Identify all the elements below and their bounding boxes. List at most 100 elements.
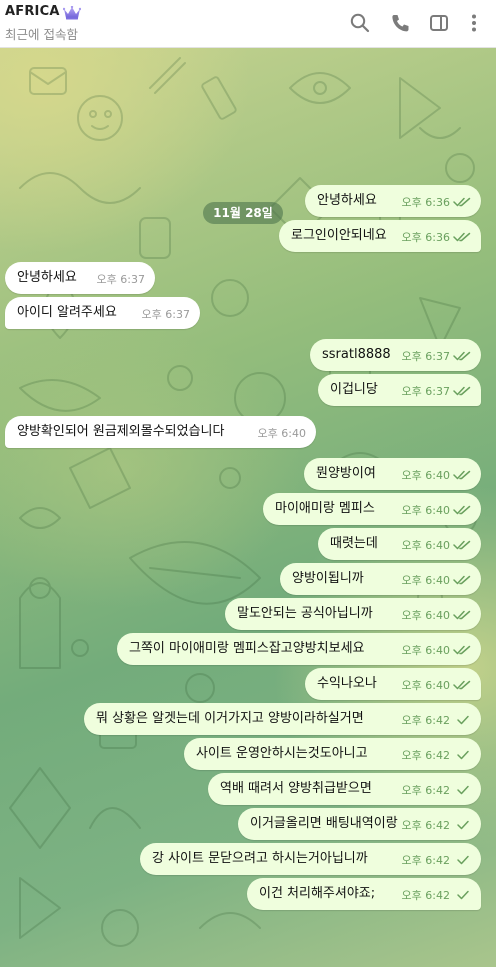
message-time: 오후 6:40 [401,609,450,622]
message-time: 오후 6:37 [401,350,450,363]
message-meta: 오후 6:40 [402,529,471,561]
message-meta: 오후 6:37 [402,340,471,372]
message-meta: 오후 6:42 [402,704,471,736]
single-check-icon [453,855,471,865]
message-text: 그쪽이 마이애미랑 멤피스잡고양방치보세요 [129,641,365,656]
message-meta: 오후 6:42 [402,739,471,771]
message-meta: 오후 6:37 [97,263,145,295]
outgoing-message[interactable]: 사이트 운영안하시는것도아니고 오후 6:42 [184,738,481,770]
double-check-icon [453,386,471,396]
outgoing-message[interactable]: 때렷는데 오후 6:40 [318,528,481,560]
outgoing-message[interactable]: 이거글올리면 배팅내역이랑 오후 6:42 [238,808,481,840]
message-text: 마이애미랑 멤피스 [275,501,375,516]
outgoing-message[interactable]: 양방이됩니까 오후 6:40 [280,563,481,595]
single-check-icon [453,750,471,760]
chat-header: AFRICA 최근에 접속함 [0,0,496,48]
message-meta: 오후 6:40 [402,669,471,701]
message-meta: 오후 6:40 [402,599,471,631]
outgoing-message[interactable]: 뭔양방이여 오후 6:40 [304,458,481,490]
message-time: 오후 6:36 [401,196,450,209]
message-text: 사이트 운영안하시는것도아니고 [196,746,368,761]
message-text: 이겁니당 [330,382,378,397]
double-check-icon [453,575,471,585]
message-time: 오후 6:40 [401,504,450,517]
message-text: 뭐 상황은 알겟는데 이거가지고 양방이라하실거면 [96,711,364,726]
single-check-icon [453,890,471,900]
message-time: 오후 6:40 [401,644,450,657]
message-meta: 오후 6:40 [402,634,471,666]
crown-icon [62,5,81,19]
message-text: 안녕하세요 [17,270,77,285]
outgoing-message[interactable]: 말도안되는 공식아닙니까 오후 6:40 [225,598,481,630]
message-time: 오후 6:42 [401,749,450,762]
chat-title[interactable]: AFRICA [5,4,60,19]
message-meta: 오후 6:42 [402,809,471,841]
incoming-message[interactable]: 양방확인되어 원금제외몰수되었습니다 오후 6:40 [5,416,316,448]
single-check-icon [453,820,471,830]
outgoing-message[interactable]: 강 사이트 문닫으려고 하시는거아닙니까 오후 6:42 [140,843,481,875]
message-text: 양방확인되어 원금제외몰수되었습니다 [17,424,225,439]
message-text: 아이디 알려주세요 [17,305,117,320]
date-chip: 11월 28일 [203,202,283,224]
incoming-message[interactable]: 아이디 알려주세요 오후 6:37 [5,297,200,329]
single-check-icon [453,715,471,725]
message-time: 오후 6:40 [401,679,450,692]
double-check-icon [453,197,471,207]
outgoing-message[interactable]: 뭐 상황은 알겟는데 이거가지고 양방이라하실거면 오후 6:42 [84,703,481,735]
message-text: 말도안되는 공식아닙니까 [237,606,373,621]
message-text: 역배 때려서 양방취급받으면 [220,781,372,796]
outgoing-message[interactable]: 수익나오나 오후 6:40 [305,668,481,700]
message-time: 오후 6:37 [141,308,190,321]
sidebar-toggle-icon[interactable] [428,12,450,34]
outgoing-message[interactable]: 역배 때려서 양방취급받으면 오후 6:42 [208,773,481,805]
message-time: 오후 6:40 [401,469,450,482]
chat-background: 11월 28일 안녕하세요 오후 6:36 로그인이안되네요 오후 6:36 안녕하세요… [0,48,496,967]
message-time: 오후 6:42 [401,854,450,867]
message-meta: 오후 6:42 [402,844,471,876]
message-meta: 오후 6:40 [402,494,471,526]
double-check-icon [453,351,471,361]
message-time: 오후 6:40 [401,539,450,552]
message-text: 안녕하세요 [317,193,377,208]
message-meta: 오후 6:40 [402,459,471,491]
more-icon[interactable] [463,12,485,34]
outgoing-message[interactable]: ssratl8888 오후 6:37 [310,339,481,371]
message-time: 오후 6:42 [401,784,450,797]
outgoing-message[interactable]: 그쪽이 마이애미랑 멤피스잡고양방치보세요 오후 6:40 [117,633,481,665]
phone-icon[interactable] [389,12,411,34]
double-check-icon [453,540,471,550]
message-text: 이거글올리면 배팅내역이랑 [250,816,398,831]
outgoing-message[interactable]: 안녕하세요 오후 6:36 [305,185,481,217]
message-meta: 오후 6:42 [402,774,471,806]
message-text: 양방이됩니까 [292,571,364,586]
message-time: 오후 6:42 [401,714,450,727]
message-text: 수익나오나 [317,676,377,691]
message-meta: 오후 6:42 [402,879,471,911]
message-meta: 오후 6:36 [402,186,471,218]
message-text: 로그인이안되네요 [291,228,387,243]
outgoing-message[interactable]: 이겁니당 오후 6:37 [318,374,481,406]
incoming-message[interactable]: 안녕하세요 오후 6:37 [5,262,155,294]
message-meta: 오후 6:37 [142,298,190,330]
message-meta: 오후 6:36 [402,221,471,253]
message-meta: 오후 6:40 [258,417,306,449]
double-check-icon [453,505,471,515]
single-check-icon [453,785,471,795]
double-check-icon [453,232,471,242]
outgoing-message[interactable]: 마이애미랑 멤피스 오후 6:40 [263,493,481,525]
message-text: 강 사이트 문닫으려고 하시는거아닙니까 [152,851,368,866]
message-time: 오후 6:40 [257,427,306,440]
message-meta: 오후 6:37 [402,375,471,407]
chat-title-row[interactable]: AFRICA [5,4,81,19]
message-time: 오후 6:40 [401,574,450,587]
message-time: 오후 6:42 [401,819,450,832]
search-icon[interactable] [349,12,371,34]
outgoing-message[interactable]: 로그인이안되네요 오후 6:36 [279,220,481,252]
chat-status: 최근에 접속함 [5,27,78,42]
message-time: 오후 6:37 [401,385,450,398]
message-text: ssratl8888 [322,347,391,362]
outgoing-message[interactable]: 이건 처리해주셔야죠; 오후 6:42 [247,878,481,910]
message-time: 오후 6:42 [401,889,450,902]
message-text: 뭔양방이여 [316,466,376,481]
message-time: 오후 6:37 [96,273,145,286]
